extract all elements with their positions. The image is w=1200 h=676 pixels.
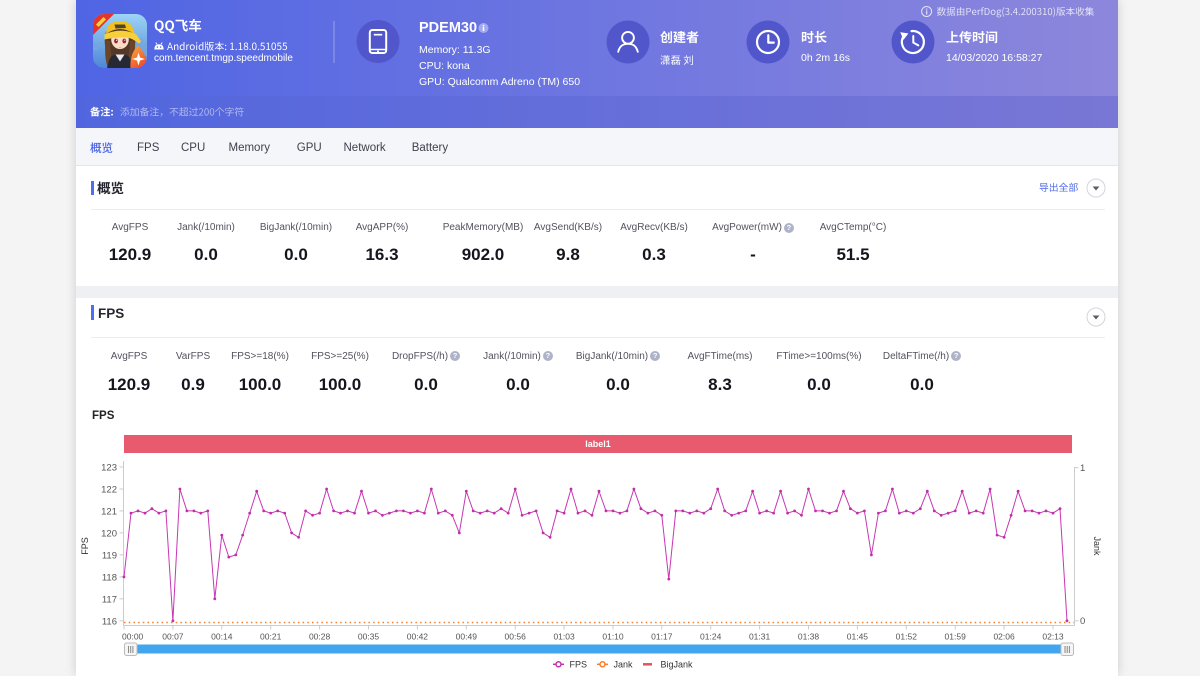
svg-text:FPS: FPS <box>570 660 588 670</box>
svg-text:01:17: 01:17 <box>651 632 673 642</box>
svg-text:Jank: Jank <box>614 660 634 670</box>
svg-text:Jank: Jank <box>1092 536 1102 556</box>
svg-text:00:21: 00:21 <box>260 632 282 642</box>
svg-text:121: 121 <box>101 506 117 517</box>
svg-text:118: 118 <box>102 572 117 583</box>
svg-text:01:31: 01:31 <box>749 632 771 642</box>
svg-text:00:00: 00:00 <box>122 632 144 642</box>
svg-text:116: 116 <box>102 616 117 627</box>
svg-text:00:07: 00:07 <box>162 632 184 642</box>
svg-text:117: 117 <box>102 594 117 605</box>
svg-text:01:03: 01:03 <box>553 632 575 642</box>
svg-text:01:59: 01:59 <box>945 632 967 642</box>
svg-text:02:06: 02:06 <box>993 632 1015 642</box>
svg-text:BigJank: BigJank <box>661 660 694 670</box>
svg-text:02:13: 02:13 <box>1042 632 1064 642</box>
svg-text:00:49: 00:49 <box>456 632 478 642</box>
svg-text:00:28: 00:28 <box>309 632 331 642</box>
svg-text:01:24: 01:24 <box>700 632 722 642</box>
svg-text:120: 120 <box>101 528 117 539</box>
svg-text:00:35: 00:35 <box>358 632 380 642</box>
svg-text:01:10: 01:10 <box>602 632 624 642</box>
svg-text:01:52: 01:52 <box>896 632 918 642</box>
svg-text:119: 119 <box>102 550 117 561</box>
svg-text:1: 1 <box>1080 463 1085 474</box>
svg-text:0: 0 <box>1080 616 1085 627</box>
svg-text:00:14: 00:14 <box>211 632 233 642</box>
svg-text:122: 122 <box>101 485 117 496</box>
svg-text:FPS: FPS <box>80 537 90 555</box>
svg-text:label1: label1 <box>585 439 611 449</box>
svg-text:00:56: 00:56 <box>505 632 527 642</box>
svg-text:123: 123 <box>101 463 117 474</box>
svg-text:01:45: 01:45 <box>847 632 869 642</box>
svg-text:00:42: 00:42 <box>407 632 429 642</box>
svg-text:01:38: 01:38 <box>798 632 820 642</box>
